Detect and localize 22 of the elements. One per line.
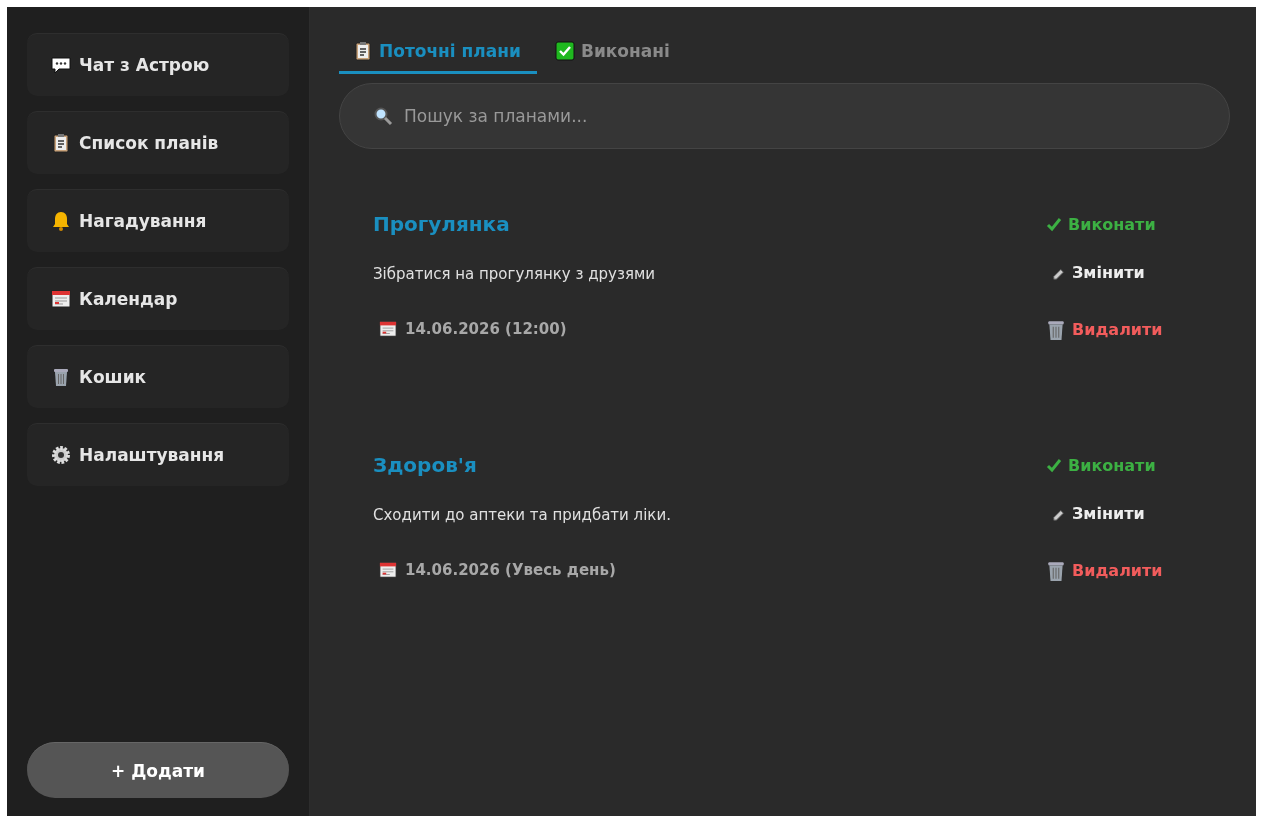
plan-date: 14.06.2026 (12:00): [405, 320, 567, 338]
sidebar-item[interactable]: Чат з Астрою: [27, 33, 289, 96]
tab[interactable]: Виконані: [540, 33, 686, 74]
edit-button[interactable]: Змінити: [1046, 244, 1151, 301]
delete-button[interactable]: Видалити: [1040, 542, 1169, 599]
sidebar-item[interactable]: Кошик: [27, 345, 289, 408]
plan-title: Здоров'я: [373, 452, 478, 479]
plan-title: Прогулянка: [373, 211, 511, 238]
sidebar-item[interactable]: Нагадування: [27, 189, 289, 252]
done-button[interactable]: Виконати: [1040, 445, 1162, 485]
plan-description: Зібратися на прогулянку з друзями: [373, 264, 655, 285]
search-field[interactable]: Пошук за планами...: [339, 83, 1230, 149]
done-button[interactable]: Виконати: [1040, 204, 1162, 244]
delete-button[interactable]: Видалити: [1040, 301, 1169, 358]
sidebar-item[interactable]: Календар: [27, 267, 289, 330]
plan-description: Сходити до аптеки та придбати ліки.: [373, 505, 671, 526]
tab[interactable]: Поточні плани: [339, 33, 537, 74]
sidebar-item[interactable]: Налаштування: [27, 423, 289, 486]
sidebar-item[interactable]: Список планів: [27, 111, 289, 174]
edit-button[interactable]: Змінити: [1046, 485, 1151, 542]
plan-date: 14.06.2026 (Увесь день): [405, 561, 616, 579]
add-button[interactable]: + Додати: [27, 742, 289, 798]
